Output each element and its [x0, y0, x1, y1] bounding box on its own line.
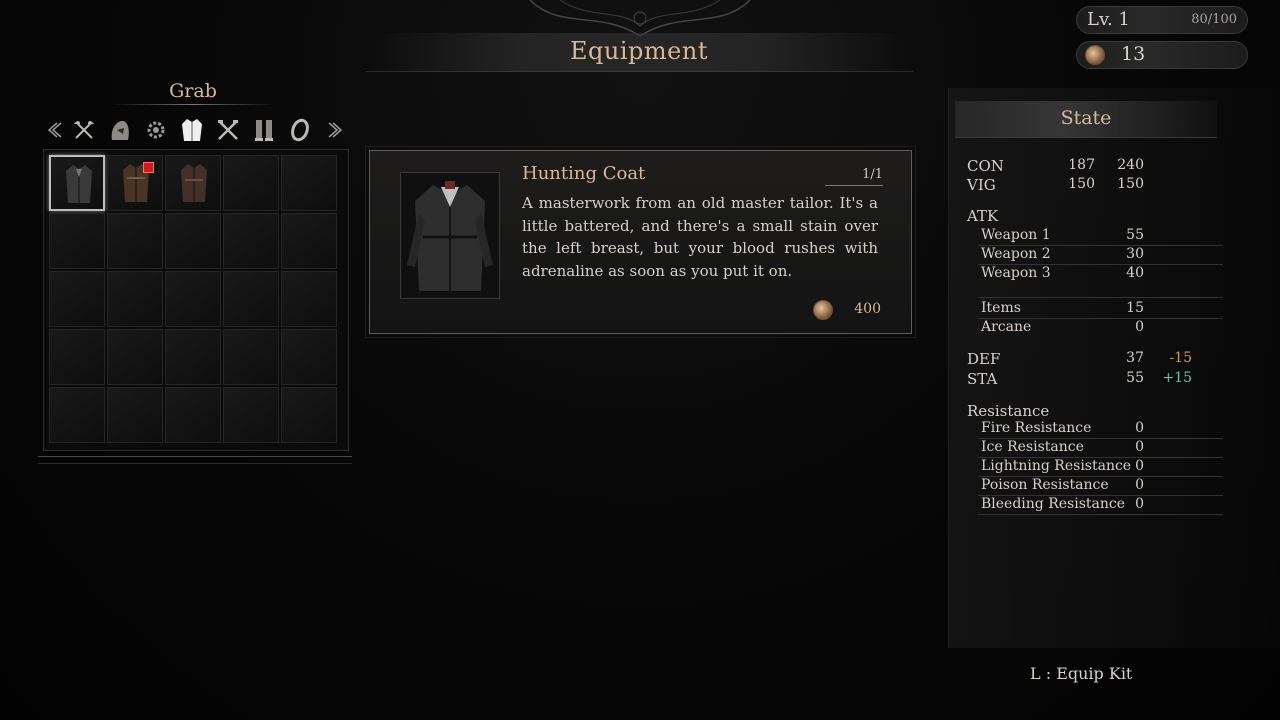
prev-category-arrow-icon[interactable]: [40, 116, 68, 144]
poison-resistance-label: Poison Resistance: [981, 477, 1109, 493]
con-label: CON: [967, 157, 1004, 175]
item-price: 400: [854, 301, 881, 317]
items-value: 15: [1126, 300, 1144, 316]
resistance-label: Resistance: [967, 402, 1050, 420]
inventory-slot[interactable]: [107, 387, 163, 443]
lightning-resistance-value: 0: [1135, 458, 1144, 474]
hunting-coat-icon: [407, 181, 493, 291]
inventory-slot[interactable]: [223, 329, 279, 385]
poison-resistance-value: 0: [1135, 477, 1144, 493]
con-max: 240: [1117, 157, 1144, 173]
fire-resistance-label: Fire Resistance: [981, 420, 1092, 436]
weapon3-label: Weapon 3: [981, 265, 1051, 281]
def-value: 37: [1126, 350, 1144, 366]
inventory-slot[interactable]: [49, 387, 105, 443]
items-label: Items: [981, 300, 1021, 316]
dark-coat-item-icon: [66, 165, 92, 203]
state-title: State: [1060, 107, 1112, 129]
inventory-slot[interactable]: [165, 387, 221, 443]
axe-icon[interactable]: [70, 116, 98, 144]
ice-resistance-label: Ice Resistance: [981, 439, 1084, 455]
row-divider: [978, 297, 1223, 298]
state-header: State: [955, 101, 1217, 138]
inventory-slot[interactable]: [107, 271, 163, 327]
page-title: Equipment: [570, 37, 708, 65]
weapon1-value: 55: [1126, 227, 1144, 243]
category-tabs: [40, 116, 345, 144]
vig-max: 150: [1117, 176, 1144, 192]
inventory-slot[interactable]: [49, 329, 105, 385]
hood-icon[interactable]: [106, 116, 134, 144]
ice-resistance-value: 0: [1135, 439, 1144, 455]
level-label: Lv. 1: [1087, 9, 1130, 30]
item-count: 1/1: [862, 167, 883, 182]
level-indicator: Lv. 1 80/100: [1076, 6, 1248, 34]
arcane-label: Arcane: [981, 319, 1032, 335]
inventory-slot[interactable]: [223, 387, 279, 443]
currency-indicator: 13: [1076, 41, 1248, 69]
row-divider: [978, 514, 1223, 515]
inventory-slot[interactable]: [107, 329, 163, 385]
inventory-slot[interactable]: [281, 271, 337, 327]
inventory-slot[interactable]: [49, 213, 105, 269]
item-description: A masterwork from an old master tailor. …: [522, 194, 878, 280]
def-delta: -15: [1169, 350, 1192, 366]
item-image: [400, 172, 500, 299]
inventory-grid: [49, 155, 339, 445]
title-bar: Equipment: [365, 33, 913, 72]
con-current: 187: [1068, 157, 1095, 173]
sta-label: STA: [967, 370, 998, 388]
inventory-slot[interactable]: [107, 155, 163, 211]
inventory-slot[interactable]: [165, 329, 221, 385]
coin-icon: [813, 300, 833, 320]
weapon2-value: 30: [1126, 246, 1144, 262]
arcane-value: 0: [1135, 319, 1144, 335]
equipment-screen: Equipment Lv. 1 80/100 13 Grab Hunting C…: [0, 0, 1280, 720]
coat-icon[interactable]: [178, 116, 206, 144]
ring-icon[interactable]: [286, 116, 314, 144]
inventory-slot[interactable]: [281, 213, 337, 269]
vig-current: 150: [1068, 176, 1095, 192]
inventory-title: Grab: [169, 80, 217, 102]
inventory-slot[interactable]: [281, 387, 337, 443]
inventory-slot[interactable]: [49, 271, 105, 327]
inventory-slot[interactable]: [165, 213, 221, 269]
weapon1-label: Weapon 1: [981, 227, 1051, 243]
item-count-underline: [825, 185, 883, 186]
boots-icon[interactable]: [250, 116, 278, 144]
sta-value: 55: [1126, 370, 1144, 386]
brown-coat-item-icon: [181, 164, 207, 202]
inventory-slot[interactable]: [223, 155, 279, 211]
inventory-slot[interactable]: [281, 155, 337, 211]
inventory-slot[interactable]: [281, 329, 337, 385]
sta-delta: +15: [1162, 370, 1192, 386]
crossed-tools-icon[interactable]: [214, 116, 242, 144]
def-label: DEF: [967, 350, 1001, 368]
inventory-slot[interactable]: [223, 213, 279, 269]
currency-count: 13: [1121, 43, 1146, 65]
inventory-slot[interactable]: [107, 213, 163, 269]
new-item-badge: [143, 162, 154, 173]
weapon3-value: 40: [1126, 265, 1144, 281]
next-category-arrow-icon[interactable]: [322, 116, 350, 144]
weapon2-label: Weapon 2: [981, 246, 1051, 262]
gear-icon[interactable]: [142, 116, 170, 144]
xp-counter: 80/100: [1191, 12, 1237, 27]
item-detail-card: Hunting Coat 1/1 A masterwork from an ol…: [365, 146, 916, 338]
inventory-title-underline: [110, 104, 275, 105]
vig-label: VIG: [967, 176, 996, 194]
inventory-slot[interactable]: [223, 271, 279, 327]
inventory-slot[interactable]: [49, 155, 105, 211]
equip-kit-hint: L : Equip Kit: [1030, 664, 1133, 683]
fire-resistance-value: 0: [1135, 420, 1144, 436]
inventory-slot[interactable]: [165, 271, 221, 327]
atk-label: ATK: [967, 207, 999, 225]
inventory-divider: [38, 456, 352, 464]
coin-icon: [1085, 45, 1105, 65]
item-name: Hunting Coat: [522, 163, 646, 184]
inventory-slot[interactable]: [165, 155, 221, 211]
bleeding-resistance-value: 0: [1135, 496, 1144, 512]
